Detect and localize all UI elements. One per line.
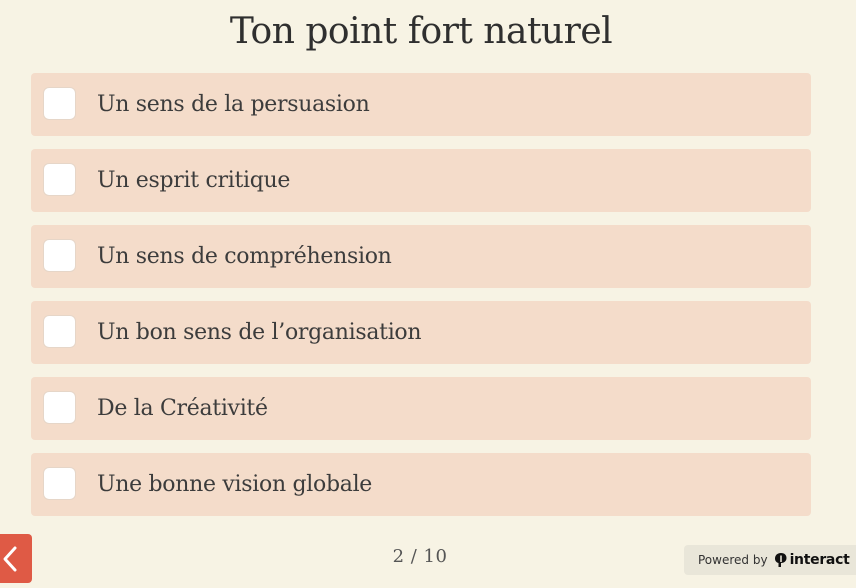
option-item[interactable]: De la Créativité bbox=[31, 377, 811, 440]
chevron-left-icon bbox=[3, 546, 17, 572]
page-counter: 2 / 10 bbox=[392, 546, 448, 567]
option-item[interactable]: Un bon sens de l’organisation bbox=[31, 301, 811, 364]
options-list: Un sens de la persuasion Un esprit criti… bbox=[31, 73, 811, 529]
option-label: Une bonne vision globale bbox=[97, 472, 373, 497]
checkbox[interactable] bbox=[43, 315, 76, 348]
option-item[interactable]: Un sens de compréhension bbox=[31, 225, 811, 288]
powered-by-label: Powered by bbox=[698, 553, 768, 567]
checkbox[interactable] bbox=[43, 391, 76, 424]
back-button[interactable] bbox=[0, 534, 32, 583]
interact-logo-icon bbox=[774, 553, 787, 567]
brand-name: interact bbox=[789, 552, 850, 568]
checkbox[interactable] bbox=[43, 467, 76, 500]
option-item[interactable]: Un esprit critique bbox=[31, 149, 811, 212]
option-item[interactable]: Un sens de la persuasion bbox=[31, 73, 811, 136]
option-label: Un esprit critique bbox=[97, 168, 291, 193]
option-label: Un sens de la persuasion bbox=[97, 92, 370, 117]
checkbox[interactable] bbox=[43, 239, 76, 272]
checkbox[interactable] bbox=[43, 87, 76, 120]
page-title: Ton point fort naturel bbox=[229, 11, 613, 52]
option-label: Un bon sens de l’organisation bbox=[97, 320, 422, 345]
option-label: De la Créativité bbox=[97, 396, 268, 421]
option-item[interactable]: Une bonne vision globale bbox=[31, 453, 811, 516]
option-label: Un sens de compréhension bbox=[97, 244, 392, 269]
powered-by-badge[interactable]: Powered by interact bbox=[684, 545, 856, 575]
checkbox[interactable] bbox=[43, 163, 76, 196]
